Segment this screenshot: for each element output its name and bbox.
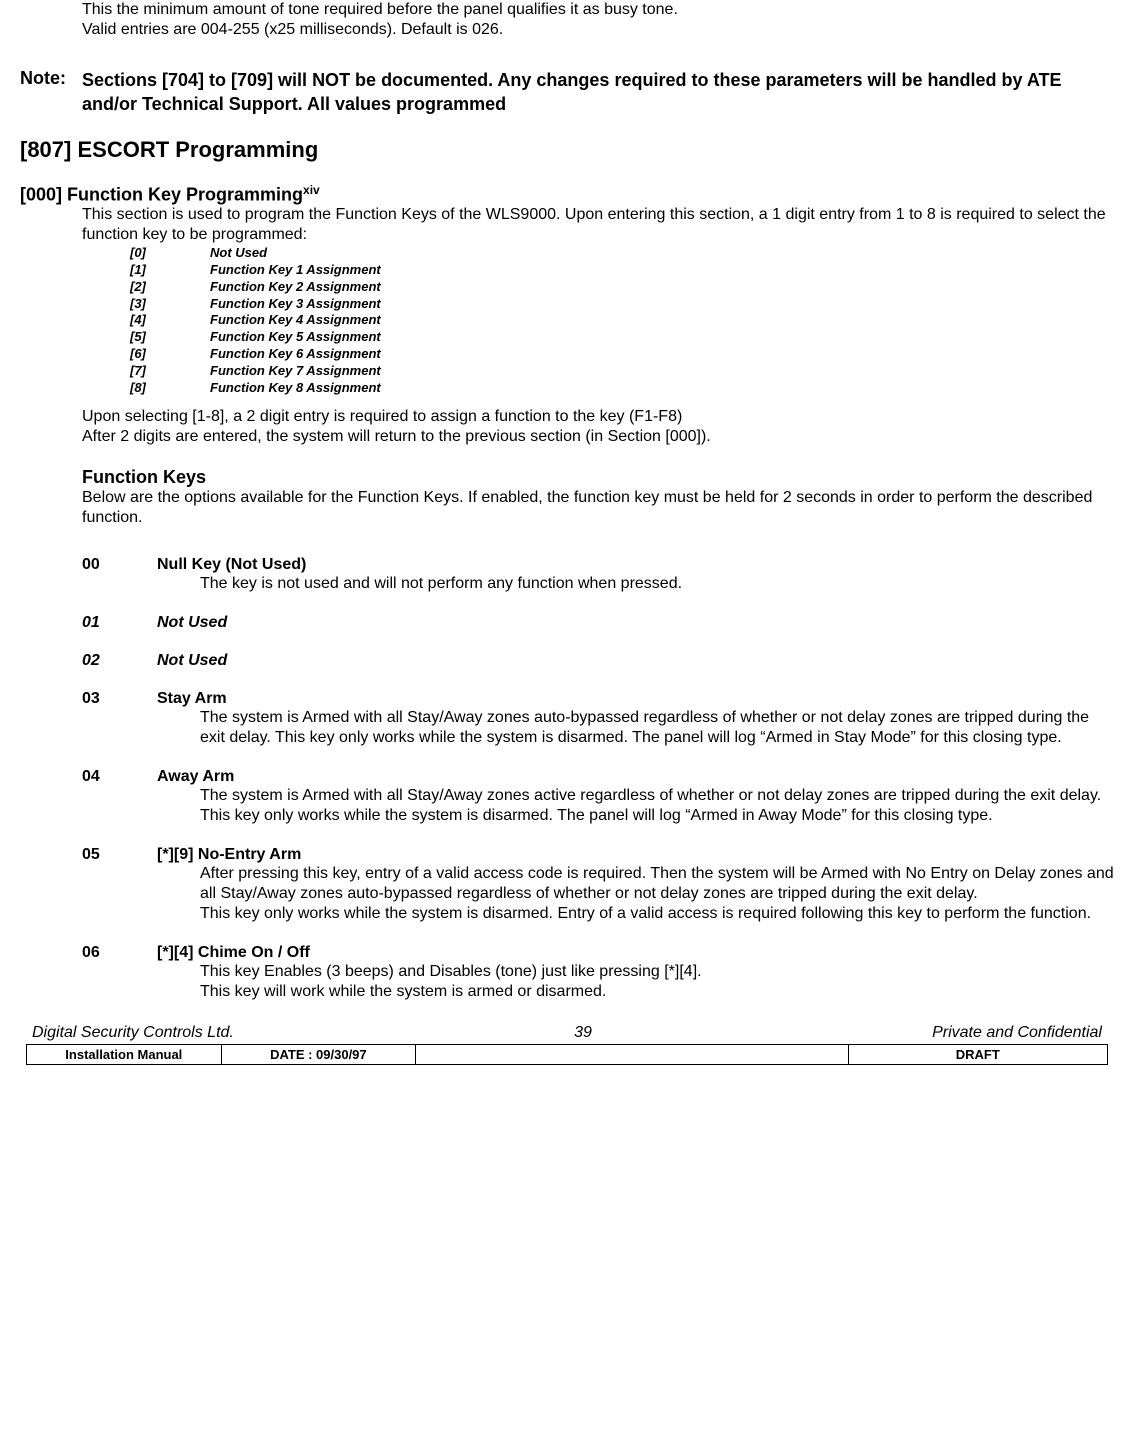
footer-page-number: 39: [574, 1024, 592, 1042]
fn-06-desc-2: This key will work while the system is a…: [200, 982, 1114, 1002]
page-footer: Digital Security Controls Ltd. 39 Privat…: [20, 1024, 1114, 1065]
fn-00-row: 00 Null Key (Not Used): [82, 556, 1114, 574]
note-body: Sections [704] to [709] will NOT be docu…: [82, 68, 1114, 117]
footer-cell-manual: Installation Manual: [27, 1044, 222, 1064]
fk-row-2: [2]Function Key 2 Assignment: [130, 279, 1114, 296]
intro-line-2: Valid entries are 004-255 (x25 milliseco…: [82, 20, 1114, 40]
heading-807: [807] ESCORT Programming: [20, 137, 1114, 163]
fn-05-code: 05: [82, 846, 157, 864]
fn-03-row: 03 Stay Arm: [82, 690, 1114, 708]
fk-row-3: [3]Function Key 3 Assignment: [130, 296, 1114, 313]
page-content: This the minimum amount of tone required…: [0, 0, 1134, 1065]
fn-05-title: [*][9] No-Entry Arm: [157, 846, 301, 864]
sec000-after-2: After 2 digits are entered, the system w…: [82, 427, 1114, 447]
fn-06-code: 06: [82, 944, 157, 962]
fk-row-8: [8]Function Key 8 Assignment: [130, 380, 1114, 397]
fn-06-row: 06 [*][4] Chime On / Off: [82, 944, 1114, 962]
fk-row-6: [6]Function Key 6 Assignment: [130, 346, 1114, 363]
function-keys-heading: Function Keys: [82, 467, 1114, 488]
fn-00-desc: The key is not used and will not perform…: [200, 574, 1114, 594]
note-block: Note: Sections [704] to [709] will NOT b…: [20, 68, 1114, 117]
fn-05-desc-2: This key only works while the system is …: [200, 904, 1114, 924]
footer-cell-draft: DRAFT: [848, 1044, 1107, 1064]
footer-cell-empty: [416, 1044, 848, 1064]
fn-01-code: 01: [82, 614, 157, 632]
heading-000-sup: xiv: [303, 183, 320, 197]
fn-05-row: 05 [*][9] No-Entry Arm: [82, 846, 1114, 864]
fk-row-0: [0]Not Used: [130, 245, 1114, 262]
fn-02-code: 02: [82, 652, 157, 670]
fn-01-row: 01 Not Used: [82, 614, 1114, 632]
note-label: Note:: [20, 68, 82, 89]
intro-line-1: This the minimum amount of tone required…: [82, 0, 1114, 20]
fn-06-desc-1: This key Enables (3 beeps) and Disables …: [200, 962, 1114, 982]
fn-03-title: Stay Arm: [157, 690, 227, 708]
fn-03-code: 03: [82, 690, 157, 708]
fn-04-code: 04: [82, 768, 157, 786]
function-key-table: [0]Not Used [1]Function Key 1 Assignment…: [130, 245, 1114, 397]
fn-04-row: 04 Away Arm: [82, 768, 1114, 786]
sec000-intro: This section is used to program the Func…: [82, 205, 1114, 245]
footer-company: Digital Security Controls Ltd.: [32, 1024, 234, 1042]
fn-00-code: 00: [82, 556, 157, 574]
footer-table: Installation Manual DATE : 09/30/97 DRAF…: [26, 1044, 1108, 1065]
fn-06-title: [*][4] Chime On / Off: [157, 944, 310, 962]
fn-03-desc: The system is Armed with all Stay/Away z…: [200, 708, 1114, 748]
fk-row-5: [5]Function Key 5 Assignment: [130, 329, 1114, 346]
fn-02-row: 02 Not Used: [82, 652, 1114, 670]
fn-02-title: Not Used: [157, 652, 227, 670]
function-keys-intro: Below are the options available for the …: [82, 488, 1114, 528]
fn-04-title: Away Arm: [157, 768, 234, 786]
fk-row-1: [1]Function Key 1 Assignment: [130, 262, 1114, 279]
fn-05-desc-1: After pressing this key, entry of a vali…: [200, 864, 1114, 904]
fk-row-4: [4]Function Key 4 Assignment: [130, 312, 1114, 329]
heading-000: [000] Function Key Programmingxiv: [20, 183, 1114, 205]
sec000-after-1: Upon selecting [1-8], a 2 digit entry is…: [82, 407, 1114, 427]
heading-000-text: [000] Function Key Programming: [20, 184, 303, 204]
footer-cell-date: DATE : 09/30/97: [221, 1044, 416, 1064]
fn-00-title: Null Key (Not Used): [157, 556, 306, 574]
fn-01-title: Not Used: [157, 614, 227, 632]
fk-row-7: [7]Function Key 7 Assignment: [130, 363, 1114, 380]
fn-04-desc: The system is Armed with all Stay/Away z…: [200, 786, 1114, 826]
footer-confidential: Private and Confidential: [932, 1024, 1102, 1042]
